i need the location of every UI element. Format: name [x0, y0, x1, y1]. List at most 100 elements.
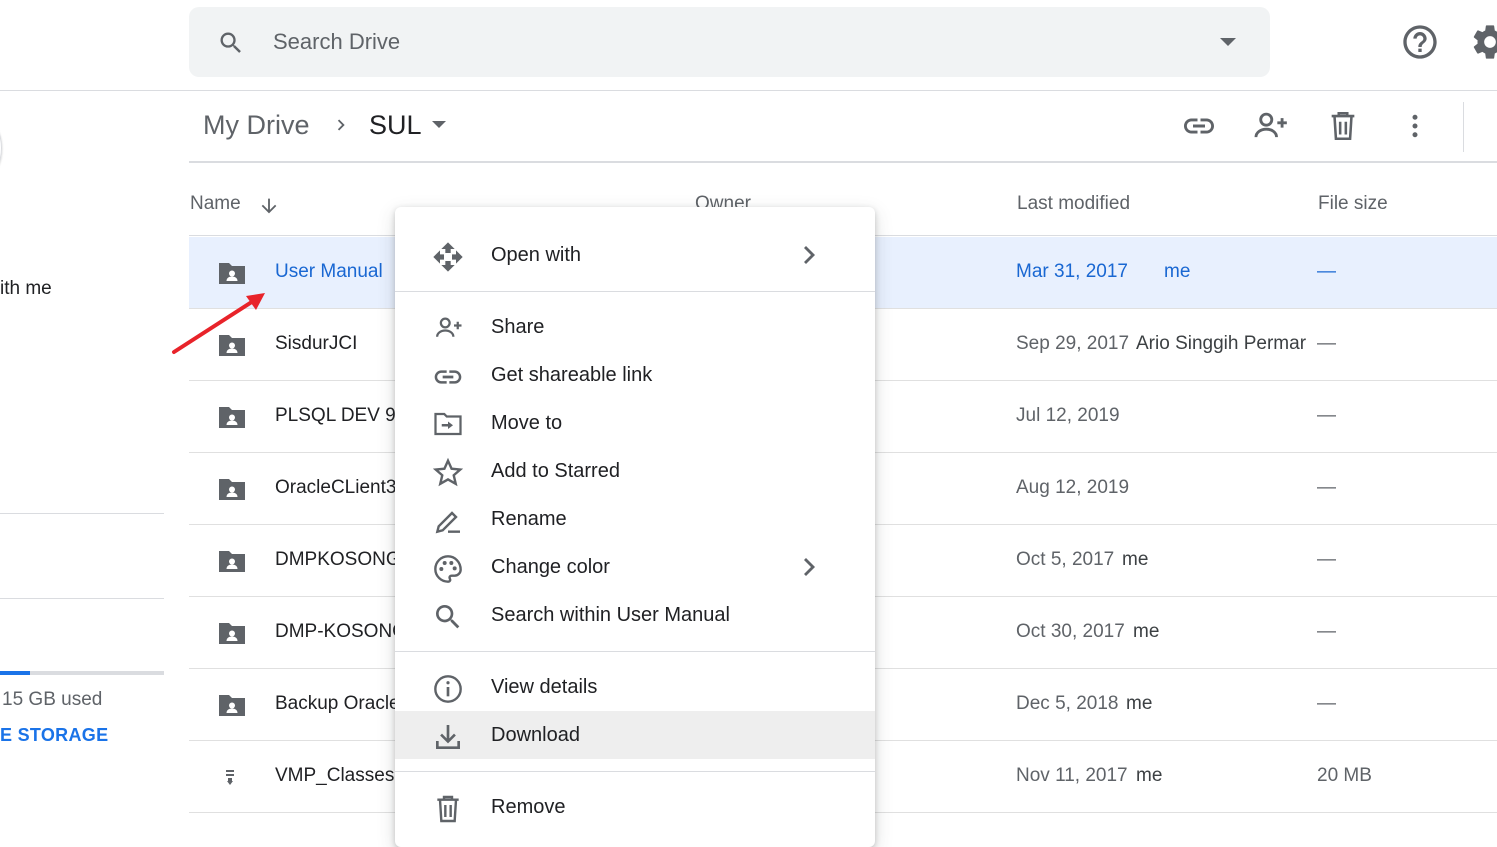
menu-item-remove[interactable]: Remove: [395, 783, 875, 831]
shared-folder-icon: [217, 620, 247, 646]
shared-folder-icon: [217, 332, 247, 358]
menu-item-share[interactable]: Share: [395, 303, 875, 351]
settings-icon[interactable]: [1470, 22, 1497, 62]
add-person-icon[interactable]: [1252, 106, 1290, 146]
menu-item-label: Add to Starred: [491, 460, 620, 482]
sort-arrow-down-icon[interactable]: [258, 194, 280, 218]
file-size: —: [1317, 621, 1336, 642]
chevron-right-icon: [330, 114, 352, 136]
last-modified-date: Oct 30, 2017: [1016, 621, 1125, 642]
open-with-icon: [432, 241, 464, 273]
modified-by: Ario Singgih Permar: [1136, 333, 1306, 354]
palette-icon: [432, 553, 464, 585]
menu-item-change-color[interactable]: Change color: [395, 543, 875, 591]
help-icon[interactable]: [1400, 22, 1440, 62]
last-modified-date: Aug 12, 2019: [1016, 477, 1130, 498]
file-name[interactable]: DMP-KOSONG: [275, 621, 407, 643]
last-modified-date: Jul 12, 2019: [1016, 405, 1120, 426]
search-bar[interactable]: [189, 7, 1270, 77]
move-to-icon: [432, 409, 464, 439]
menu-item-label: Move to: [491, 412, 563, 434]
new-button[interactable]: [0, 120, 2, 176]
breadcrumb-current-folder[interactable]: SUL: [369, 110, 422, 141]
shared-folder-icon: [217, 692, 247, 718]
breadcrumb-my-drive[interactable]: My Drive: [203, 110, 310, 141]
file-name[interactable]: VMP_Classes: [275, 765, 394, 787]
file-size: —: [1317, 549, 1336, 570]
search-icon[interactable]: [217, 29, 245, 57]
sidebar-divider: [0, 598, 164, 599]
trash-icon[interactable]: [1326, 106, 1360, 146]
download-icon: [432, 721, 464, 753]
menu-separator: [395, 651, 875, 652]
file-size: —: [1317, 405, 1336, 426]
archive-file-icon: [217, 764, 247, 790]
last-modified-date: Dec 5, 2018: [1016, 693, 1119, 714]
share-icon: [432, 313, 466, 343]
file-size: —: [1317, 261, 1336, 282]
last-modified-date: Nov 11, 2017: [1016, 765, 1128, 786]
context-menu: Open with Share Get shareable link Move to A…: [395, 207, 875, 847]
menu-item-label: Open with: [491, 244, 582, 266]
buy-storage-button[interactable]: E STORAGE: [0, 725, 108, 746]
search-icon: [432, 601, 464, 633]
rename-icon: [432, 505, 464, 537]
column-header-name[interactable]: Name: [190, 193, 241, 215]
file-size: —: [1317, 333, 1336, 354]
column-header-last-modified[interactable]: Last modified: [1017, 193, 1130, 215]
chevron-right-icon: [801, 245, 815, 265]
info-icon: [432, 673, 464, 705]
menu-item-label: Change color: [491, 556, 610, 578]
modified-by: me: [1133, 621, 1160, 642]
menu-item-label: Share: [491, 316, 545, 338]
file-name[interactable]: SisdurJCI: [275, 333, 357, 355]
storage-used-text: 15 GB used: [2, 689, 103, 710]
storage-bar-fill: [0, 671, 30, 675]
menu-item-label: Search within User Manual: [491, 604, 730, 626]
star-icon: [432, 457, 464, 489]
modified-by: me: [1126, 693, 1153, 714]
menu-item-label: View details: [491, 676, 598, 698]
toolbar-divider-line: [189, 161, 1497, 163]
shared-folder-icon: [217, 260, 247, 286]
file-name[interactable]: User Manual: [275, 261, 383, 283]
modified-by: me: [1136, 765, 1163, 786]
file-name[interactable]: OracleCLient3: [275, 477, 396, 499]
trash-icon: [432, 793, 464, 825]
header-divider: [0, 90, 1497, 91]
shared-folder-icon: [217, 476, 247, 502]
menu-item-open-with[interactable]: Open with: [395, 231, 875, 279]
menu-item-view-details[interactable]: View details: [395, 663, 875, 711]
shared-folder-icon: [217, 548, 247, 574]
file-name[interactable]: DMPKOSONG: [275, 549, 401, 571]
file-size: —: [1317, 477, 1336, 498]
modified-by: me: [1122, 549, 1149, 570]
file-name[interactable]: PLSQL DEV 9(: [275, 405, 402, 427]
menu-item-search-within-user-manual[interactable]: Search within User Manual: [395, 591, 875, 639]
menu-separator: [395, 291, 875, 292]
menu-item-label: Remove: [491, 796, 566, 818]
column-header-file-size[interactable]: File size: [1318, 193, 1388, 215]
search-input[interactable]: [273, 25, 1173, 59]
menu-item-move-to[interactable]: Move to: [395, 399, 875, 447]
file-size: —: [1317, 693, 1336, 714]
link-icon[interactable]: [1181, 106, 1217, 146]
sidebar-divider: [0, 513, 164, 514]
menu-item-add-to-starred[interactable]: Add to Starred: [395, 447, 875, 495]
folder-dropdown-icon[interactable]: [430, 120, 448, 130]
last-modified-date: Mar 31, 2017: [1016, 261, 1128, 282]
menu-separator: [395, 771, 875, 772]
menu-item-label: Get shareable link: [491, 364, 653, 386]
sidebar-item-shared-with-me[interactable]: ith me: [0, 278, 52, 300]
menu-item-label: Download: [491, 724, 580, 746]
menu-item-rename[interactable]: Rename: [395, 495, 875, 543]
menu-item-get-shareable-link[interactable]: Get shareable link: [395, 351, 875, 399]
more-vert-icon[interactable]: [1400, 106, 1430, 146]
menu-item-label: Rename: [491, 508, 567, 530]
modified-by: me: [1164, 261, 1191, 282]
last-modified-date: Sep 29, 2017: [1016, 333, 1130, 354]
menu-item-download[interactable]: Download: [395, 711, 875, 759]
search-options-dropdown-icon[interactable]: [1219, 37, 1237, 47]
link-icon: [432, 361, 464, 393]
file-name[interactable]: Backup Oracle: [275, 693, 400, 715]
